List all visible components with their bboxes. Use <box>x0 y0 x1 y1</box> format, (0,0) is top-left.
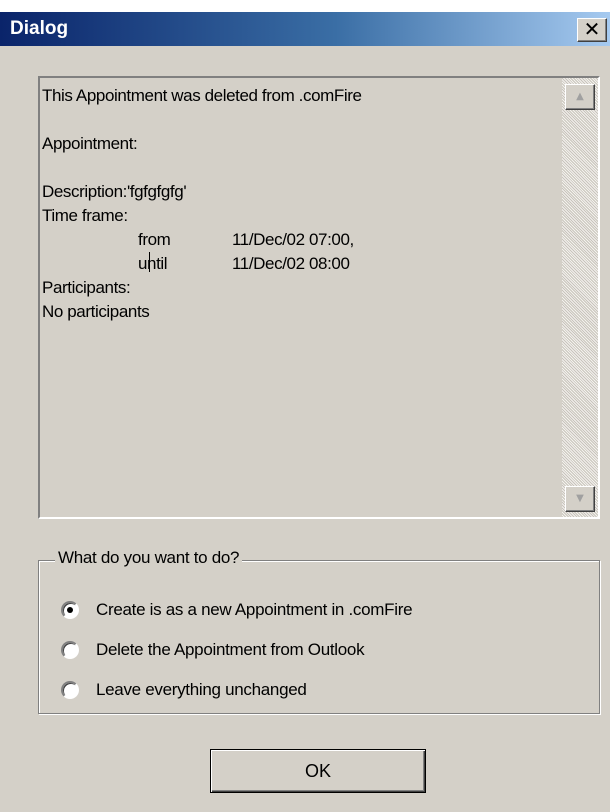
window-title: Dialog <box>10 18 69 39</box>
scroll-down-button[interactable]: ▼ <box>565 486 595 512</box>
text-caret <box>149 252 150 272</box>
memo-line: This Appointment was deleted from .comFi… <box>42 86 362 105</box>
until-value: 11/Dec/02 08:00 <box>232 254 350 273</box>
memo-line: Appointment: <box>42 134 138 153</box>
memo-line: Participants: <box>42 278 131 297</box>
message-text: This Appointment was deleted from .comFi… <box>42 80 562 515</box>
radio-leave-unchanged[interactable]: Leave everything unchanged <box>61 678 307 702</box>
scroll-up-arrow-icon: ▲ <box>576 91 584 102</box>
groupbox-legend: What do you want to do? <box>55 548 243 568</box>
close-button[interactable]: ✕ <box>577 18 607 42</box>
message-memo[interactable]: This Appointment was deleted from .comFi… <box>38 76 600 519</box>
scroll-down-arrow-icon: ▼ <box>576 493 584 504</box>
radio-label[interactable]: Delete the Appointment from Outlook <box>96 640 365 660</box>
radio-button[interactable] <box>61 641 79 659</box>
from-label: from <box>138 230 171 249</box>
from-value: 11/Dec/02 07:00, <box>232 230 354 249</box>
ok-button[interactable]: OK <box>210 749 426 793</box>
until-label: until <box>138 254 168 273</box>
memo-line: No participants <box>42 302 150 321</box>
dialog-window: Dialog ✕ This Appointment was deleted fr… <box>0 12 610 812</box>
radio-label[interactable]: Create is as a new Appointment in .comFi… <box>96 600 413 620</box>
radio-label[interactable]: Leave everything unchanged <box>96 680 307 700</box>
radio-button[interactable] <box>61 681 79 699</box>
memo-line: Time frame: <box>42 206 128 225</box>
scroll-up-button[interactable]: ▲ <box>565 84 595 110</box>
radio-button-checked[interactable] <box>61 601 79 619</box>
title-bar[interactable]: Dialog ✕ <box>0 12 610 46</box>
vertical-scrollbar[interactable]: ▲ ▼ <box>562 78 598 517</box>
radio-create-appointment[interactable]: Create is as a new Appointment in .comFi… <box>61 598 413 622</box>
action-groupbox: What do you want to do? Create is as a n… <box>38 548 600 714</box>
memo-line: Description:'fgfgfgfg' <box>42 182 187 201</box>
close-icon: ✕ <box>583 17 601 41</box>
time-until-row: until 11/Dec/02 08:00 <box>42 252 562 276</box>
radio-delete-appointment[interactable]: Delete the Appointment from Outlook <box>61 638 365 662</box>
time-from-row: from 11/Dec/02 07:00, <box>42 228 562 252</box>
